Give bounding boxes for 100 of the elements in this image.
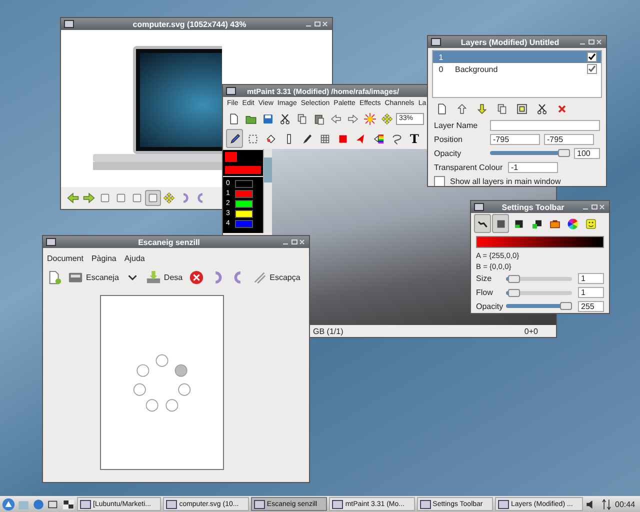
layer-row[interactable]: 0 Background bbox=[433, 63, 601, 75]
palette-swatch[interactable] bbox=[235, 200, 253, 208]
grid-icon bbox=[318, 132, 330, 144]
move-icon bbox=[381, 113, 393, 125]
workspace-icon[interactable] bbox=[62, 498, 75, 510]
folder-icon bbox=[245, 113, 257, 125]
window-icon bbox=[498, 500, 509, 508]
new-page-icon bbox=[47, 270, 62, 285]
status-text: GB (1/1) bbox=[313, 326, 344, 336]
smiley-icon bbox=[584, 218, 596, 230]
shade-icon bbox=[530, 218, 542, 230]
start-menu-icon[interactable] bbox=[2, 498, 15, 510]
spin-field[interactable]: 100 bbox=[574, 148, 600, 158]
gradient-icon bbox=[372, 132, 384, 144]
toolbar-button[interactable] bbox=[514, 101, 530, 117]
window-title: Layers (Modified) Untitled bbox=[460, 38, 560, 46]
palette-swatch[interactable] bbox=[235, 190, 253, 198]
window-controls-icon[interactable] bbox=[282, 238, 306, 246]
toolbar-button[interactable]: Escaneja bbox=[68, 270, 119, 285]
dashed-square-icon bbox=[246, 132, 258, 144]
window-controls-icon[interactable] bbox=[579, 38, 603, 46]
scrollbar[interactable] bbox=[263, 149, 272, 233]
square-icon bbox=[147, 192, 159, 204]
menu-item[interactable]: Document bbox=[47, 254, 84, 263]
window-icon bbox=[64, 20, 74, 28]
spin-field[interactable]: -795 bbox=[490, 134, 540, 144]
palette-swatch[interactable] bbox=[235, 180, 253, 188]
globe-icon[interactable] bbox=[32, 498, 45, 510]
slider-track[interactable] bbox=[506, 304, 572, 308]
mode-button[interactable] bbox=[474, 214, 491, 233]
slider-thumb[interactable] bbox=[558, 149, 570, 157]
slider-thumb[interactable] bbox=[508, 274, 520, 283]
paste-icon bbox=[313, 113, 325, 125]
arrow-right-icon bbox=[347, 113, 359, 125]
menu-item[interactable]: Pàgina bbox=[91, 254, 116, 263]
window-icon bbox=[254, 500, 265, 508]
spin-field[interactable]: 255 bbox=[578, 300, 604, 312]
slider-thumb[interactable] bbox=[560, 302, 572, 310]
window-title: Escaneig senzill bbox=[137, 238, 201, 246]
window-icon bbox=[80, 500, 91, 508]
slider-track[interactable] bbox=[506, 276, 572, 281]
pencil-icon bbox=[228, 132, 240, 144]
input-field[interactable] bbox=[490, 120, 600, 130]
arrow-down-icon bbox=[476, 103, 488, 115]
window-icon bbox=[46, 238, 56, 246]
square-icon bbox=[336, 132, 348, 144]
toolbox-icon bbox=[548, 218, 560, 230]
spin-field[interactable]: -1 bbox=[508, 162, 558, 172]
square-icon bbox=[131, 192, 143, 204]
window-icon bbox=[474, 203, 484, 211]
spin-field[interactable]: -795 bbox=[544, 134, 594, 144]
toolbar-button[interactable]: Desa bbox=[146, 270, 183, 285]
toolbar-button[interactable]: Escapça bbox=[252, 270, 300, 285]
move-icon bbox=[163, 192, 175, 204]
window-controls-icon[interactable] bbox=[305, 20, 329, 28]
spin-field[interactable]: 1 bbox=[578, 273, 604, 284]
sun-icon bbox=[364, 113, 376, 125]
tool-button[interactable]: T bbox=[406, 129, 423, 148]
tool-button[interactable] bbox=[226, 129, 243, 148]
spin-field[interactable]: 1 bbox=[578, 287, 604, 298]
fill-icon bbox=[264, 132, 276, 144]
lasso-icon bbox=[390, 132, 402, 144]
layer-row[interactable]: 1 bbox=[433, 51, 601, 63]
arrow-up-icon bbox=[456, 103, 468, 115]
visibility-checkbox[interactable] bbox=[587, 52, 597, 62]
slider-label: Flow bbox=[476, 288, 494, 297]
floppy-icon bbox=[262, 113, 274, 125]
toolbar-button[interactable] bbox=[161, 190, 177, 206]
square-icon bbox=[99, 192, 111, 204]
network-icon[interactable] bbox=[600, 498, 614, 510]
delete-icon bbox=[556, 103, 568, 115]
new-file-icon bbox=[228, 113, 240, 125]
palette-swatch[interactable] bbox=[235, 210, 253, 218]
checkbox[interactable] bbox=[434, 176, 445, 186]
window-icon bbox=[420, 500, 431, 508]
new-file-icon bbox=[436, 103, 448, 115]
visibility-checkbox[interactable] bbox=[587, 64, 597, 74]
slider-track[interactable] bbox=[490, 151, 570, 155]
scissors-icon bbox=[536, 103, 548, 115]
save-icon bbox=[146, 270, 161, 285]
window-icon bbox=[332, 500, 344, 508]
arrow-left-icon bbox=[330, 113, 342, 125]
copy-icon bbox=[496, 103, 508, 115]
slider-thumb[interactable] bbox=[508, 288, 520, 296]
clock: 00:44 bbox=[615, 500, 636, 508]
shade-icon bbox=[512, 218, 524, 230]
field-label: Position bbox=[434, 134, 464, 144]
scanner-icon bbox=[68, 270, 83, 285]
field-label: Transparent Colour bbox=[434, 162, 504, 172]
toolbar-button[interactable] bbox=[379, 111, 395, 127]
scissors-icon bbox=[279, 113, 291, 125]
menu-item[interactable]: Ajuda bbox=[124, 254, 145, 263]
palette-swatch[interactable] bbox=[235, 220, 253, 228]
checkbox-label: Show all layers in main window bbox=[450, 176, 561, 186]
window-controls-icon[interactable] bbox=[582, 203, 606, 211]
color-gradient-bar[interactable] bbox=[476, 236, 604, 248]
toolbar-button[interactable] bbox=[188, 270, 204, 285]
slider-track[interactable] bbox=[506, 290, 572, 294]
color-swatch[interactable] bbox=[223, 150, 263, 176]
arrow-right-icon bbox=[83, 192, 95, 204]
